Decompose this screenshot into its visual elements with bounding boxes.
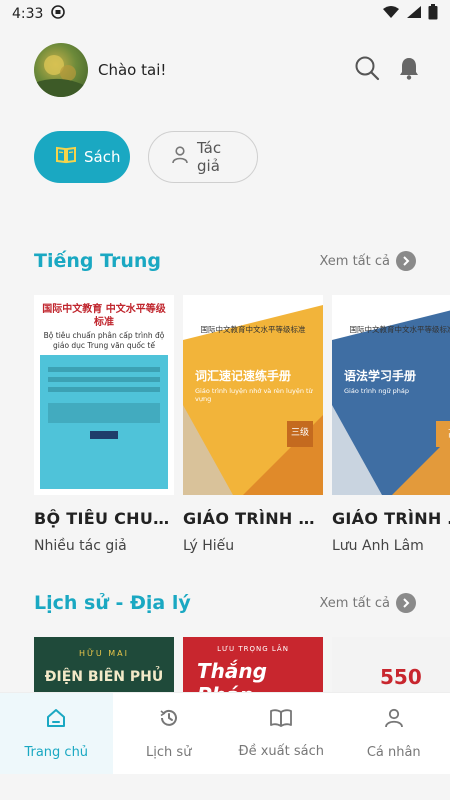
chip-authors[interactable]: Tác giả: [148, 131, 258, 183]
see-all-label: Xem tất cả: [319, 253, 390, 269]
see-all-label: Xem tất cả: [319, 595, 390, 611]
nav-profile-label: Cá nhân: [366, 745, 421, 760]
nav-recommend-label: Đề xuất sách: [238, 744, 324, 759]
chip-books-label: Sách: [84, 148, 121, 166]
book-author: Lý Hiếu: [183, 538, 235, 554]
cover-level: 高: [440, 425, 450, 440]
cover-series: 国际中文教育中文水平等级标准: [200, 325, 306, 334]
cover-series: 国际中文教育中文水平等级标准: [349, 325, 450, 334]
avatar[interactable]: [34, 43, 88, 97]
cover-author: LƯU TRỌNG LÂN: [217, 645, 289, 653]
book-icon: [56, 146, 76, 168]
cover-line: [48, 387, 160, 392]
cover-logo: [90, 431, 118, 439]
book-card[interactable]: 国际中文教育中文水平等级标准 语法学习手册 Giáo trình ngữ phá…: [332, 295, 450, 554]
nav-profile[interactable]: Cá nhân: [338, 693, 450, 774]
cover-heading: 词汇速记速练手册: [195, 369, 292, 383]
filter-chips: Sách Tác giả: [34, 131, 258, 183]
battery-icon: [428, 4, 438, 24]
book-author: Lưu Anh Lâm: [332, 538, 424, 554]
person-icon: [383, 707, 405, 733]
home-icon: [45, 707, 67, 733]
cover-blue-panel: [40, 355, 168, 489]
nav-home-label: Trang chủ: [24, 745, 89, 760]
book-card[interactable]: HỮU MAI ĐIỆN BIÊN PHỦ: [34, 637, 174, 693]
nav-history-label: Lịch sử: [146, 745, 192, 760]
nav-recommend[interactable]: Đề xuất sách: [225, 693, 338, 774]
cover-level: 三级: [290, 428, 309, 438]
book-title: BỘ TIÊU CHUẨN NĂNG LỰC: [34, 509, 174, 528]
cover-line: [48, 367, 160, 372]
cover-subheading: Giáo trình ngữ pháp: [344, 387, 409, 395]
chip-books[interactable]: Sách: [34, 131, 130, 183]
book-card[interactable]: 550: [332, 637, 450, 693]
book-card[interactable]: LƯU TRỌNG LÂN Thắng Pháp: [183, 637, 323, 693]
person-icon: [171, 146, 189, 168]
nav-history[interactable]: Lịch sử: [113, 693, 226, 774]
bottom-navigation: Trang chủ Lịch sử Đề xuất sách Cá nhân: [0, 692, 450, 774]
search-icon[interactable]: [354, 55, 380, 85]
cover-heading: 语法学习手册: [344, 369, 417, 383]
book-list-chinese: 国际中文教育 中文水平等级标准 Bộ tiêu chuẩn phân cấp t…: [34, 295, 450, 554]
book-cover: 550: [332, 637, 450, 693]
book-card[interactable]: 国际中文教育中文水平等级标准 词汇速记速练手册 Giáo trình luyện…: [183, 295, 323, 554]
cover-heading: Thắng Pháp: [197, 659, 267, 693]
book-cover: 国际中文教育中文水平等级标准 词汇速记速练手册 Giáo trình luyện…: [183, 295, 323, 495]
home-header: Chào tai!: [34, 42, 420, 98]
cover-heading: ĐIỆN BIÊN PHỦ: [44, 669, 164, 685]
wifi-icon: [382, 5, 400, 23]
bell-icon[interactable]: [398, 56, 420, 84]
cover-heading: 国际中文教育 中文水平等级标准: [42, 304, 166, 328]
chevron-right-icon: [396, 251, 416, 271]
cover-block: [48, 403, 160, 423]
book-title: GIÁO TRÌNH NGỮ PHÁP: [332, 509, 450, 528]
app-notification-icon: [51, 5, 66, 23]
see-all-button[interactable]: Xem tất cả: [319, 593, 416, 613]
signal-icon: [406, 5, 422, 23]
book-author: Nhiều tác giả: [34, 538, 127, 554]
book-open-icon: [269, 708, 293, 732]
cover-subheading: Giáo trình luyện nhớ và rèn luyện từ vựn…: [195, 387, 313, 403]
chevron-right-icon: [396, 593, 416, 613]
book-cover: HỮU MAI ĐIỆN BIÊN PHỦ: [34, 637, 174, 693]
section-title: Tiếng Trung: [34, 250, 161, 272]
book-cover: 国际中文教育 中文水平等级标准 Bộ tiêu chuẩn phân cấp t…: [34, 295, 174, 495]
nav-home[interactable]: Trang chủ: [0, 693, 113, 774]
book-card[interactable]: 国际中文教育 中文水平等级标准 Bộ tiêu chuẩn phân cấp t…: [34, 295, 174, 554]
history-icon: [158, 707, 180, 733]
greeting-text: Chào tai!: [98, 61, 167, 79]
section-title: Lịch sử - Địa lý: [34, 592, 191, 614]
system-gesture-bar: [0, 774, 450, 800]
book-title: GIÁO TRÌNH LUYỆN NHỚ: [183, 509, 323, 528]
status-time: 4:33: [12, 6, 44, 22]
book-list-history: HỮU MAI ĐIỆN BIÊN PHỦ LƯU TRỌNG LÂN Thắn…: [34, 637, 450, 693]
cover-line: [48, 377, 160, 382]
section-header-history: Lịch sử - Địa lý Xem tất cả: [34, 592, 416, 614]
chip-authors-label: Tác giả: [197, 139, 222, 175]
cover-heading: 550: [380, 665, 422, 689]
book-cover: 国际中文教育中文水平等级标准 语法学习手册 Giáo trình ngữ phá…: [332, 295, 450, 495]
cover-author: HỮU MAI: [78, 649, 129, 658]
status-bar: 4:33: [0, 0, 450, 28]
cover-subheading: Bộ tiêu chuẩn phân cấp trình độ giáo dục…: [43, 331, 165, 350]
section-header-chinese: Tiếng Trung Xem tất cả: [34, 250, 416, 272]
see-all-button[interactable]: Xem tất cả: [319, 251, 416, 271]
book-cover: LƯU TRỌNG LÂN Thắng Pháp: [183, 637, 323, 693]
